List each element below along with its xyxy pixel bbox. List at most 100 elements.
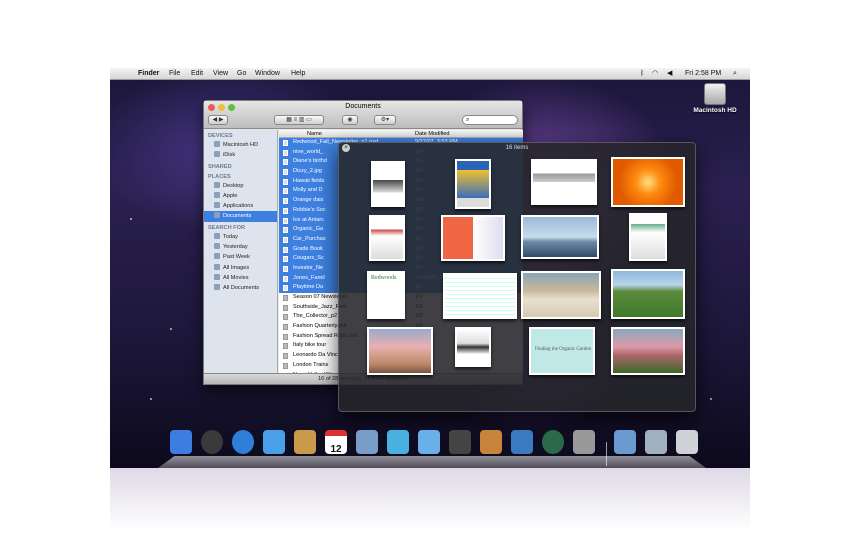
thumbnail-spreadsheet[interactable] <box>531 159 597 205</box>
document-icon <box>283 353 288 360</box>
macintosh-hd-desktop-icon[interactable]: Macintosh HD <box>690 83 740 114</box>
document-icon <box>283 140 288 146</box>
thumbnail-redwoods-newsletter[interactable]: Redwoods <box>367 271 405 319</box>
bluetooth-icon[interactable]: ᛒ <box>640 69 644 79</box>
trash-icon[interactable] <box>676 430 698 454</box>
sidebar-item-label: All Documents <box>223 285 260 292</box>
system-preferences-icon[interactable] <box>573 430 595 454</box>
smart-folder-icon <box>214 284 220 291</box>
finder-sidebar: DEVICES Macintosh HD iDisk SHARED PLACES… <box>204 130 278 374</box>
thumbnail-orange-daisy[interactable] <box>611 157 685 207</box>
menu-file[interactable]: File <box>169 69 180 79</box>
thumbnail-organic-garden-doc[interactable] <box>369 215 405 261</box>
thumbnail-hawaii-fields[interactable] <box>611 269 685 319</box>
safari-icon[interactable] <box>232 430 254 454</box>
sidebar-item-applications[interactable]: Applications <box>204 201 277 211</box>
file-name: Organic_Ga <box>293 226 324 233</box>
thumbnail-soccer-newsletter[interactable] <box>455 159 491 209</box>
menu-go[interactable]: Go <box>237 69 246 79</box>
clock[interactable]: Fri 2:58 PM <box>685 69 721 79</box>
organic-garden-title: Finding the Organic Garden <box>535 347 592 352</box>
file-name: Ice at Antarc <box>293 216 325 223</box>
sidebar-item-yesterday[interactable]: Yesterday <box>204 242 277 252</box>
spotlight-search-icon[interactable]: ⌕ <box>733 69 737 79</box>
time-machine-icon[interactable] <box>542 430 564 454</box>
volume-icon[interactable]: ◀ <box>667 69 672 79</box>
document-icon <box>283 159 288 166</box>
star <box>150 398 152 400</box>
document-icon <box>283 333 288 340</box>
clock-icon <box>214 232 220 239</box>
thumbnail-brochure[interactable] <box>441 215 505 261</box>
downloads-stack-icon[interactable] <box>645 430 667 454</box>
wifi-icon[interactable]: ◠ <box>652 69 658 79</box>
sidebar-item-label: Applications <box>223 203 254 210</box>
file-name: Cougars_Sc <box>293 255 324 262</box>
thumbnail-antarctica-ice[interactable] <box>521 215 599 259</box>
menu-window[interactable]: Window <box>255 69 280 79</box>
itunes-icon[interactable] <box>387 430 409 454</box>
menu-view[interactable]: View <box>213 69 228 79</box>
search-input[interactable]: ⌕ <box>462 115 518 125</box>
documents-folder-icon <box>214 212 220 219</box>
document-icon <box>283 178 288 185</box>
file-name: Jones_Famil <box>293 274 325 281</box>
document-icon <box>283 265 288 272</box>
document-icon <box>283 149 288 156</box>
documents-stack-icon[interactable] <box>614 430 636 454</box>
column-header-name[interactable]: Name <box>307 130 322 138</box>
action-menu-button[interactable]: ⚙▾ <box>374 115 396 125</box>
menu-help[interactable]: Help <box>291 69 305 79</box>
thumbnail-investor-newsletter[interactable] <box>629 213 667 261</box>
file-name: The_Collector_p2 <box>293 313 338 320</box>
ical-day: 12 <box>330 444 342 455</box>
file-name: Leonardo Da Vinci <box>293 352 339 359</box>
file-name: Molly and D <box>293 187 323 194</box>
quick-look-button[interactable]: ◉ <box>342 115 358 125</box>
dashboard-icon[interactable] <box>201 430 223 454</box>
document-icon <box>283 169 288 176</box>
sidebar-item-label: All Images <box>223 264 250 271</box>
address-book-icon[interactable] <box>294 430 316 454</box>
sidebar-item-label: Past Week <box>223 254 250 261</box>
sidebar-item-documents[interactable]: Documents <box>204 211 277 222</box>
ical-icon[interactable]: 12 <box>325 430 347 455</box>
sidebar-item-desktop[interactable]: Desktop <box>204 181 277 191</box>
back-forward-buttons[interactable]: ◀ ▶ <box>208 115 228 125</box>
menu-edit[interactable]: Edit <box>191 69 203 79</box>
document-icon <box>283 188 288 195</box>
thumbnail-dog-photo[interactable] <box>521 271 601 319</box>
preview-icon[interactable] <box>356 430 378 454</box>
imovie-icon[interactable] <box>449 430 471 454</box>
sidebar-item-past-week[interactable]: Past Week <box>204 252 277 262</box>
sidebar-item-idisk[interactable]: iDisk <box>204 150 277 160</box>
iphoto-icon[interactable] <box>418 430 440 454</box>
spaces-icon[interactable] <box>511 430 533 454</box>
item-count: 16 items <box>505 145 529 151</box>
menu-finder[interactable]: Finder <box>138 69 159 79</box>
sidebar-header-shared: SHARED <box>208 163 232 170</box>
finder-titlebar[interactable]: Documents ◀ ▶ ▦ ≡ ▥ ▭ ◉ ⚙▾ ⌕ <box>204 101 522 129</box>
thumbnail-newsletter-dog[interactable] <box>371 161 405 207</box>
sidebar-item-macintosh-hd[interactable]: Macintosh HD <box>204 140 277 150</box>
ichat-icon[interactable] <box>263 430 285 454</box>
view-mode-buttons[interactable]: ▦ ≡ ▥ ▭ <box>274 115 324 125</box>
sidebar-item-all-images[interactable]: All Images <box>204 263 277 273</box>
thumbnail-organic-garden-card[interactable]: Finding the Organic Garden <box>529 327 595 375</box>
smart-folder-icon <box>214 263 220 270</box>
sidebar-item-apple[interactable]: Apple <box>204 191 277 201</box>
thumbnail-grade-book[interactable] <box>443 273 517 319</box>
document-icon <box>283 295 288 301</box>
sidebar-item-all-documents[interactable]: All Documents <box>204 283 277 293</box>
column-header-date-modified[interactable]: Date Modified <box>415 130 450 138</box>
sidebar-item-all-movies[interactable]: All Movies <box>204 273 277 283</box>
thumbnail-panda-collector[interactable] <box>455 327 491 367</box>
thumbnail-soccer-team[interactable] <box>611 327 685 375</box>
thumbnail-birthday-photo[interactable] <box>367 327 433 375</box>
finder-icon[interactable] <box>170 430 192 454</box>
document-icon <box>283 362 288 369</box>
garageband-icon[interactable] <box>480 430 502 454</box>
hard-drive-icon <box>704 83 726 105</box>
document-icon <box>283 314 288 321</box>
sidebar-item-today[interactable]: Today <box>204 232 277 242</box>
